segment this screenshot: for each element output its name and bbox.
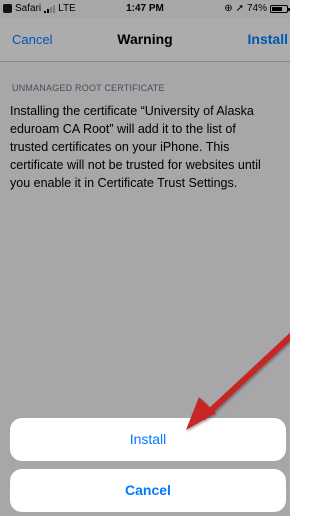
ios-screen: Safari LTE 1:47 PM ⊕ ➚ 74% Cancel Warnin… [0,0,290,516]
install-action-button[interactable]: Install [10,418,286,461]
cancel-action-button[interactable]: Cancel [10,469,286,512]
